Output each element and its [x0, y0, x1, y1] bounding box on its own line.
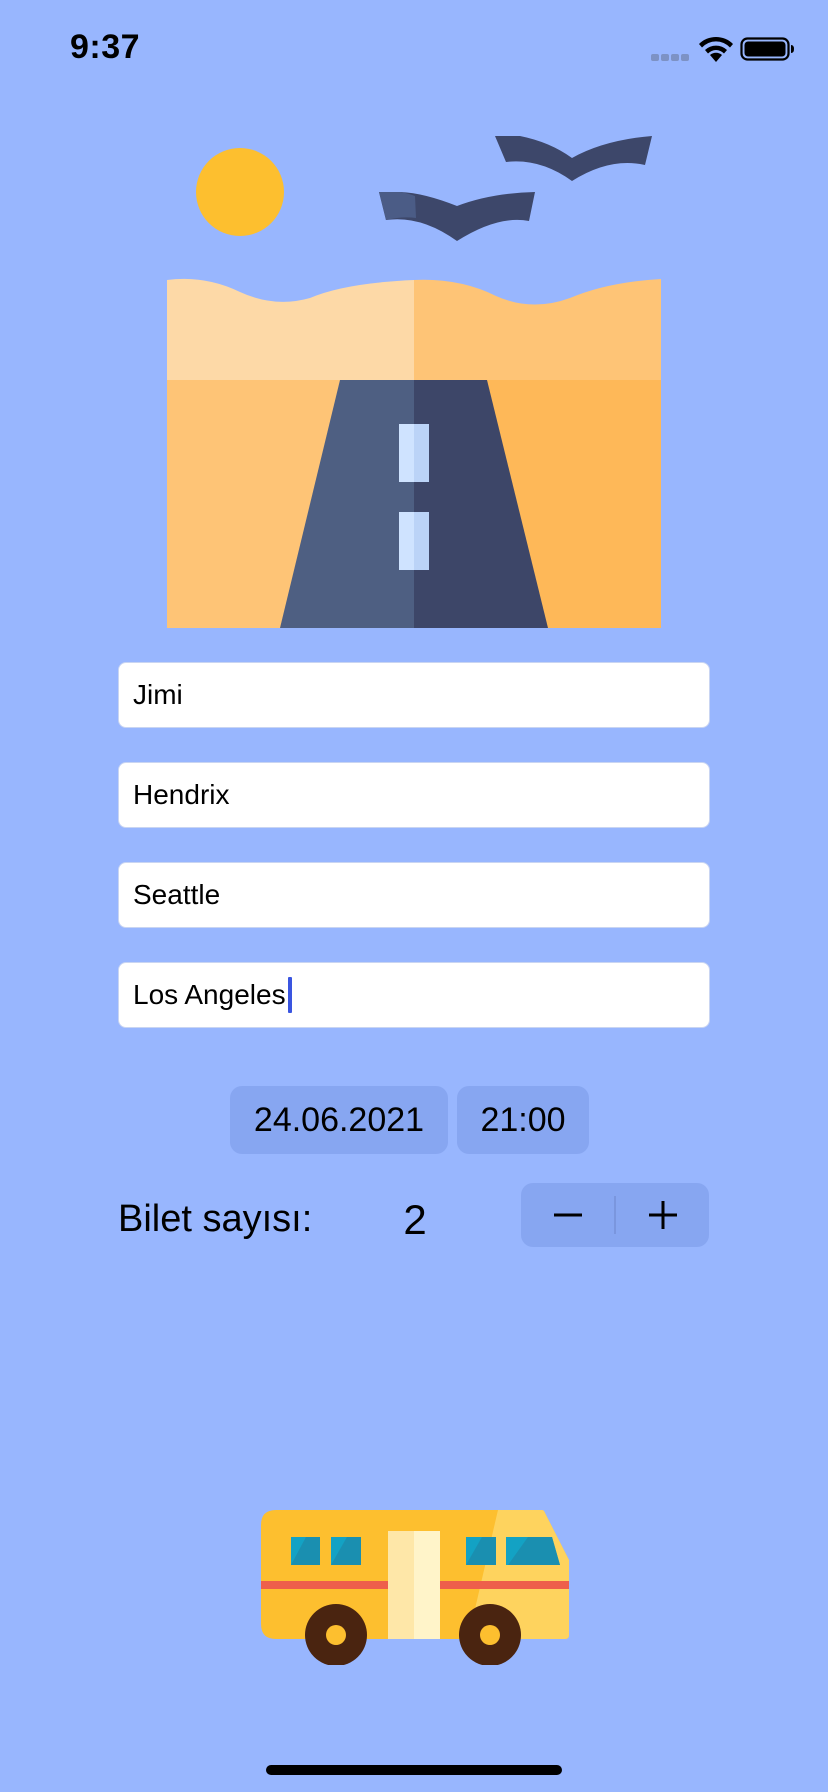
- sun-icon: [196, 148, 284, 236]
- ticket-count-value: 2: [403, 1196, 427, 1243]
- time-value: 21:00: [480, 1100, 566, 1139]
- text-cursor: [287, 977, 292, 1013]
- increment-button[interactable]: [616, 1183, 709, 1247]
- home-indicator[interactable]: [266, 1765, 562, 1775]
- to-city-field[interactable]: Los Angeles: [118, 962, 710, 1028]
- first-name-field[interactable]: Jimi: [118, 662, 710, 728]
- decrement-button[interactable]: [521, 1183, 614, 1247]
- minus-icon: [553, 1213, 582, 1217]
- desert-road-illustration: [167, 136, 661, 628]
- first-name-value: Jimi: [133, 679, 183, 710]
- bird-icon: [495, 136, 652, 181]
- cellular-signal-icon: [651, 54, 689, 61]
- wifi-icon: [699, 36, 733, 62]
- ticket-stepper: [521, 1183, 709, 1247]
- from-city-field[interactable]: Seattle: [118, 862, 710, 928]
- bus-illustration: [261, 1510, 569, 1665]
- time-picker[interactable]: 21:00: [457, 1086, 589, 1154]
- status-time: 9:37: [70, 28, 141, 66]
- to-city-value: Los Angeles: [133, 979, 286, 1010]
- ticket-count-label: Bilet sayısı:: [118, 1198, 313, 1240]
- last-name-value: Hendrix: [133, 779, 230, 810]
- battery-icon: [740, 37, 794, 61]
- status-bar: 9:37: [0, 0, 828, 100]
- last-name-field[interactable]: Hendrix: [118, 762, 710, 828]
- plus-icon: [648, 1201, 677, 1229]
- date-value: 24.06.2021: [253, 1100, 425, 1139]
- from-city-value: Seattle: [133, 879, 221, 910]
- date-picker[interactable]: 24.06.2021: [230, 1086, 448, 1154]
